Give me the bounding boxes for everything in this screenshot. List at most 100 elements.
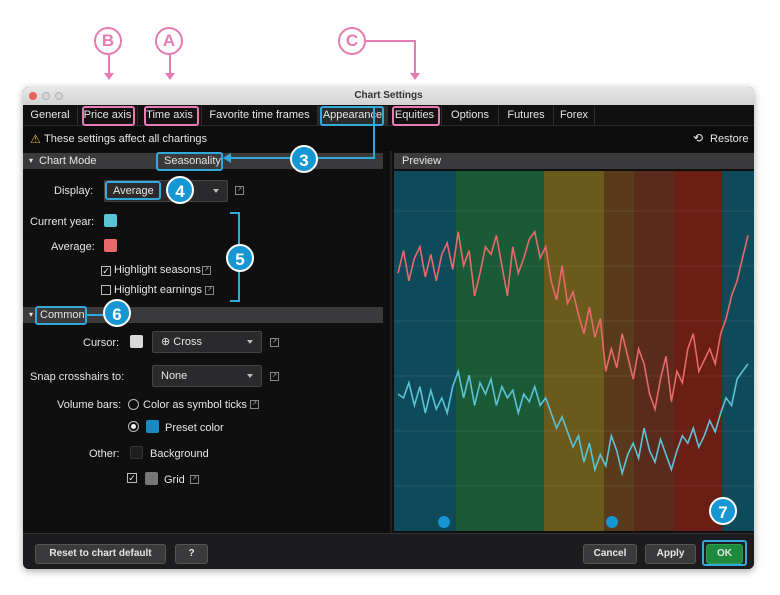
earnings-popout-icon[interactable]: ↗ (205, 286, 214, 295)
callout-badge-4: 4 (166, 176, 194, 204)
display-label: Display: (54, 185, 94, 197)
callout-c-line-h (366, 40, 415, 42)
reset-to-default-button[interactable]: Reset to chart default (35, 544, 166, 564)
common-title: Common (40, 309, 85, 321)
cursor-value: Cross (173, 336, 203, 348)
other-label: Other: (89, 448, 120, 460)
highlight-earnings-checkbox[interactable] (101, 285, 111, 295)
season-band-7 (722, 171, 754, 531)
chart-mode-title: Chart Mode (39, 155, 97, 167)
volume-symbol-ticks-radio[interactable] (128, 399, 139, 410)
snap-value: None (161, 370, 188, 382)
apply-button[interactable]: Apply (645, 544, 696, 564)
chevron-down-icon (247, 374, 253, 378)
grid-popout-icon[interactable]: ↗ (190, 475, 199, 484)
restore-button[interactable]: Restore (710, 133, 749, 145)
minimize-window-icon[interactable] (42, 92, 50, 100)
preview-chart (394, 171, 754, 531)
restore-icon[interactable]: ⟲ (693, 131, 703, 145)
callout-a-arrow (165, 73, 175, 80)
help-button[interactable]: ? (175, 544, 208, 564)
tab-futures[interactable]: Futures (499, 106, 554, 126)
grid-color-swatch[interactable] (145, 472, 158, 485)
background-color-swatch[interactable] (130, 446, 143, 459)
tab-favorite-time-frames[interactable]: Favorite time frames (202, 106, 318, 126)
callout-c: C (338, 27, 366, 55)
tab-forex[interactable]: Forex (554, 106, 595, 126)
callout-badge-6: 6 (103, 299, 131, 327)
preview-title: Preview (402, 155, 442, 167)
highlight-earnings-label: Highlight earnings (114, 284, 203, 296)
dialog-footer: Reset to chart default ? Cancel Apply OK (23, 533, 754, 569)
warning-row: ⚠ These settings affect all chartings ⟲ … (23, 127, 754, 151)
season-band-3 (544, 171, 604, 531)
cancel-button[interactable]: Cancel (583, 544, 637, 564)
window-title: Chart Settings (354, 90, 423, 101)
snap-dropdown[interactable]: None (152, 365, 262, 387)
seasonality-label: Seasonality (164, 155, 221, 167)
average-label: Average: (51, 241, 95, 253)
cursor-label: Cursor: (83, 337, 120, 349)
average-color-swatch[interactable] (104, 239, 117, 252)
tab-options[interactable]: Options (442, 106, 499, 126)
snap-label: Snap crosshairs to: (30, 371, 125, 383)
callout-a: A (155, 27, 183, 55)
callout-a-line (169, 55, 171, 73)
seasons-popout-icon[interactable]: ↗ (202, 266, 211, 275)
ok-highlight (702, 540, 747, 566)
warning-icon: ⚠ (30, 132, 41, 146)
seasonality-mode-value[interactable]: Seasonality (156, 152, 223, 171)
chart-settings-window: Chart Settings General Price axis Time a… (23, 87, 754, 569)
callout-badge-3: 3 (290, 145, 318, 173)
season-band-2 (504, 171, 544, 531)
callout-c-line-v (414, 40, 416, 73)
maximize-window-icon[interactable] (55, 92, 63, 100)
tab-general[interactable]: General (23, 106, 78, 126)
highlight-seasons-checkbox[interactable]: ✓ (101, 266, 111, 276)
callout-c-arrow (410, 73, 420, 80)
season-band-0 (394, 171, 456, 531)
cursor-color-swatch[interactable] (130, 335, 143, 348)
snap-popout-icon[interactable]: ↗ (270, 372, 279, 381)
cursor-popout-icon[interactable]: ↗ (270, 338, 279, 347)
seasonality-preview-svg (394, 171, 754, 531)
preview-header: Preview (394, 153, 754, 169)
current-year-color-swatch[interactable] (104, 214, 117, 227)
callout-badge-5: 5 (226, 244, 254, 272)
callout-3-line-h-right (316, 157, 375, 159)
earnings-marker-icon[interactable] (438, 516, 450, 528)
volume-opt1-label: Color as symbol ticks (143, 399, 247, 411)
bracket-5-bottom (230, 300, 240, 302)
current-year-label: Current year: (30, 216, 95, 228)
callout-3-arrow (223, 153, 231, 163)
panel-divider (390, 151, 392, 533)
callout-badge-7: 7 (709, 497, 737, 525)
callout-3-line-v (373, 107, 375, 158)
chevron-down-icon (213, 189, 219, 193)
cursor-dropdown[interactable]: ⊕ Cross (152, 331, 262, 353)
crosshair-icon: ⊕ (161, 336, 174, 348)
window-titlebar: Chart Settings (23, 87, 754, 105)
close-window-icon[interactable] (29, 92, 37, 100)
callout-3-line-h-left (231, 157, 291, 159)
earnings-marker-icon[interactable] (606, 516, 618, 528)
callout-b: B (94, 27, 122, 55)
callout-b-line (108, 55, 110, 73)
grid-checkbox[interactable]: ✓ (127, 473, 137, 483)
collapse-chevron-icon: ▾ (29, 310, 34, 319)
chevron-down-icon (247, 340, 253, 344)
equities-highlight (392, 106, 440, 126)
volume-popout-icon[interactable]: ↗ (250, 400, 259, 409)
price-axis-highlight (82, 106, 135, 126)
volume-preset-color-radio[interactable] (128, 421, 139, 432)
preset-color-swatch[interactable] (146, 420, 159, 433)
volume-opt2-label: Preset color (165, 422, 224, 434)
background-label: Background (150, 448, 209, 460)
warning-text: These settings affect all chartings (44, 133, 208, 145)
highlight-seasons-label: Highlight seasons (114, 264, 201, 276)
callout-b-arrow (104, 73, 114, 80)
grid-label: Grid (164, 474, 185, 486)
volume-bars-label: Volume bars: (57, 399, 122, 411)
display-popout-icon[interactable]: ↗ (235, 186, 244, 195)
collapse-chevron-icon: ▾ (29, 156, 34, 165)
